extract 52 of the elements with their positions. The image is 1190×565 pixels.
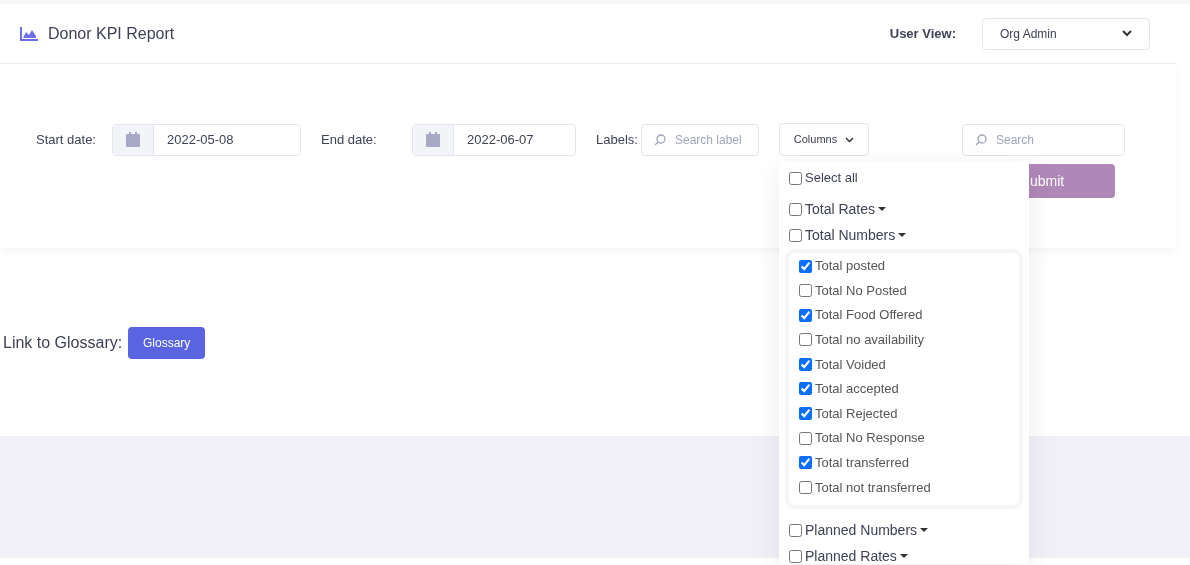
column-label[interactable]: Total no availability [815,330,925,350]
checkbox[interactable] [789,524,802,538]
area-chart-icon [20,26,38,41]
glossary-label: Link to Glossary: [3,333,123,353]
columns-button[interactable]: Columns [779,123,869,156]
end-date-label: End date: [321,130,378,149]
chevron-down-icon[interactable] [1122,30,1132,37]
column-label[interactable]: Select all [805,168,858,188]
start-date-field[interactable]: 2022-05-08 [112,123,301,156]
caret-icon[interactable] [898,232,907,238]
checkbox[interactable] [789,171,802,185]
checkbox[interactable] [799,456,812,470]
checkbox[interactable] [789,202,802,216]
group-label[interactable]: Planned Numbers [805,520,918,542]
checkbox[interactable] [799,259,812,273]
column-label[interactable]: Total No Response [815,428,925,448]
end-date-field[interactable]: 2022-06-07 [412,123,576,156]
checkbox[interactable] [799,407,812,421]
checkbox[interactable] [799,382,812,396]
checkbox[interactable] [799,431,812,445]
calendar-icon [126,132,140,147]
column-label[interactable]: Total Voided [815,354,886,375]
group-label[interactable]: Total Numbers [805,224,896,246]
column-label[interactable]: Total accepted [815,379,899,399]
checkbox[interactable] [799,480,812,494]
search-icon [975,133,987,146]
calendar-icon [426,132,440,147]
glossary-button[interactable]: Glossary [128,327,206,359]
group-label[interactable]: Total Rates [805,198,876,220]
group-label[interactable]: Planned Rates [805,546,897,565]
column-label[interactable]: Total transferred [815,453,909,473]
column-label[interactable]: Total not transferred [815,477,931,498]
column-label[interactable]: Total No Posted [815,280,907,301]
checkbox[interactable] [789,228,802,242]
caret-icon[interactable] [878,206,887,212]
checkbox[interactable] [799,284,812,298]
labels-label: Labels: [596,130,639,149]
checkbox[interactable] [799,357,812,371]
chevron-down-icon [845,136,855,143]
checkbox[interactable] [799,308,812,322]
column-label[interactable]: Total Rejected [815,403,898,424]
start-date-label: Start date: [36,130,97,149]
caret-icon[interactable] [920,528,929,534]
user-view-select[interactable]: Org Admin [982,17,1150,50]
checkbox[interactable] [789,550,802,564]
user-view-label: User View: [889,24,956,43]
column-label[interactable]: Total posted [815,256,886,276]
page-title: Donor KPI Report [48,23,175,44]
checkbox[interactable] [799,333,812,347]
caret-icon[interactable] [899,554,908,560]
search-icon [654,133,666,146]
column-label[interactable]: Total Food Offered [815,305,923,325]
